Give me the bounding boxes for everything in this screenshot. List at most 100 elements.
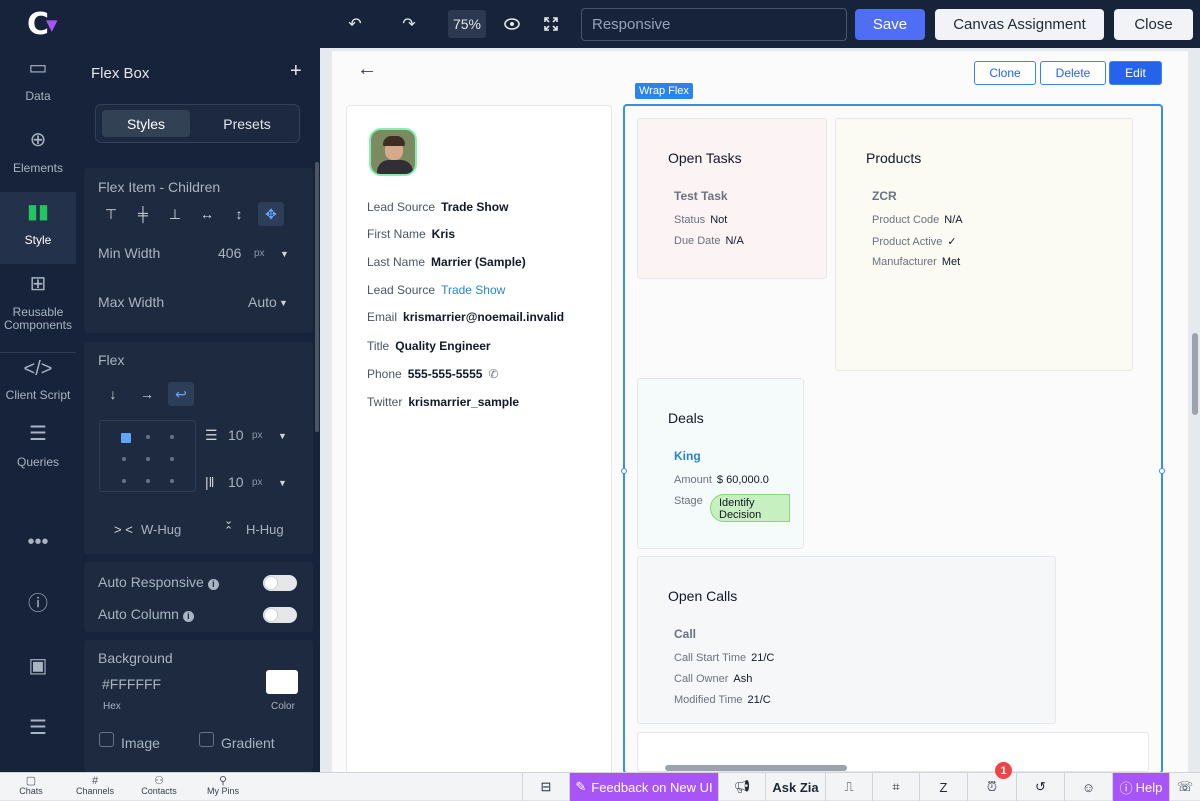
chats-button[interactable]: ▢ Chats bbox=[1, 776, 61, 797]
alignment-dot[interactable] bbox=[146, 457, 150, 461]
more-icon[interactable]: ••• bbox=[0, 532, 76, 564]
accessibility-icon[interactable]: ☺ bbox=[1064, 773, 1112, 801]
alignment-dot[interactable] bbox=[122, 457, 126, 461]
fullscreen-icon[interactable] bbox=[537, 11, 565, 37]
hex-value[interactable]: #FFFFFF bbox=[102, 676, 161, 692]
gradient-checkbox[interactable] bbox=[199, 732, 214, 747]
announcement-icon[interactable]: 📢︎ bbox=[718, 773, 765, 801]
menu-icon[interactable]: ☰ bbox=[0, 718, 76, 750]
horizontal-scrollbar[interactable] bbox=[665, 765, 847, 771]
alignment-selected[interactable] bbox=[121, 433, 131, 443]
tab-presets[interactable]: Presets bbox=[201, 110, 293, 137]
alignment-dot[interactable] bbox=[170, 479, 174, 483]
undo-icon[interactable]: ↶ bbox=[341, 11, 369, 37]
image-checkbox[interactable] bbox=[99, 732, 114, 747]
open-calls-card[interactable]: Open Calls Call Call Start Time 21/C Call… bbox=[637, 556, 1056, 724]
rail-item-client-script[interactable]: </> Client Script bbox=[0, 352, 76, 402]
zia-icon[interactable]: Ζ bbox=[919, 773, 967, 801]
clone-button[interactable]: Clone bbox=[974, 61, 1036, 85]
chevron-down-icon[interactable]: ▼ bbox=[279, 298, 288, 308]
flex-item-section: Flex Item - Children ⊤ ╪ ⊥ ↔ ↕ ✥ Min Wid… bbox=[84, 168, 313, 333]
my-pins-button[interactable]: ⚲ My Pins bbox=[193, 776, 253, 797]
crm-icon[interactable]: ⌗ bbox=[872, 773, 919, 801]
activity-icon[interactable]: ⎍ bbox=[825, 773, 872, 801]
w-hug-option[interactable]: W-Hug bbox=[141, 522, 181, 537]
rail-item-data[interactable]: ▭ Data bbox=[0, 58, 76, 112]
lead-details-card[interactable]: Lead Source Trade Show First Name Kris Las… bbox=[346, 105, 612, 772]
alignment-dot[interactable] bbox=[122, 479, 126, 483]
deal-link[interactable]: King bbox=[674, 449, 701, 463]
field-lead-source: Lead Source Trade Show bbox=[367, 200, 509, 214]
stretch-horizontal-icon[interactable]: ↔ bbox=[194, 202, 220, 226]
zoom-level[interactable]: 75% bbox=[448, 10, 486, 38]
column-gap-value[interactable]: 10 bbox=[228, 474, 244, 490]
panel-scrollbar[interactable] bbox=[315, 162, 319, 432]
rail-item-queries[interactable]: ☰ Queries bbox=[0, 424, 76, 478]
row-gap-value[interactable]: 10 bbox=[228, 427, 244, 443]
deals-card[interactable]: Deals King Amount $ 60,000.0 Stage Identi… bbox=[637, 378, 804, 549]
preview-eye-icon[interactable] bbox=[498, 11, 526, 37]
alignment-dot[interactable] bbox=[170, 435, 174, 439]
align-bottom-icon[interactable]: ⊥ bbox=[162, 202, 188, 226]
chevron-down-icon[interactable]: ▼ bbox=[278, 478, 287, 488]
ask-zia-button[interactable]: Ask Zia bbox=[765, 773, 825, 801]
vertical-scrollbar[interactable] bbox=[1192, 333, 1198, 415]
rail-item-elements[interactable]: ⊕ Elements bbox=[0, 130, 76, 184]
open-tasks-card[interactable]: Open Tasks Test Task Status Not Due Date N… bbox=[637, 118, 827, 279]
min-width-unit: px bbox=[254, 248, 265, 259]
alignment-dot[interactable] bbox=[146, 435, 150, 439]
lead-source-link[interactable]: Trade Show bbox=[441, 283, 505, 297]
wrap-flex-label: Wrap Flex bbox=[635, 83, 693, 99]
canvas-assignment-button[interactable]: Canvas Assignment bbox=[935, 9, 1104, 40]
max-width-value[interactable]: Auto bbox=[248, 294, 277, 310]
notes-icon[interactable]: ⊟ bbox=[522, 773, 569, 801]
delete-button[interactable]: Delete bbox=[1040, 61, 1106, 85]
chevron-down-icon[interactable]: ▼ bbox=[280, 249, 289, 259]
direction-row-icon[interactable]: → bbox=[134, 382, 160, 406]
phone-icon[interactable]: ✆ bbox=[488, 367, 498, 381]
app-logo[interactable]: C ▼ bbox=[0, 0, 76, 48]
edit-button[interactable]: Edit bbox=[1109, 61, 1162, 85]
w-hug-icon: > < bbox=[114, 522, 133, 537]
align-center-icon[interactable]: ╪ bbox=[130, 202, 156, 226]
code-icon: </> bbox=[23, 358, 53, 380]
move-icon[interactable]: ✥ bbox=[258, 202, 284, 226]
canvas-page: ← Clone Delete Edit Lead Source Trade Sho… bbox=[332, 51, 1188, 772]
wrap-icon[interactable]: ↩ bbox=[168, 382, 194, 406]
resize-handle-left[interactable] bbox=[621, 468, 627, 474]
alignment-dot[interactable] bbox=[170, 457, 174, 461]
auto-responsive-toggle[interactable] bbox=[263, 575, 297, 591]
feedback-button[interactable]: ✎ Feedback on New UI bbox=[569, 773, 718, 801]
contacts-button[interactable]: ⚇ Contacts bbox=[129, 776, 189, 797]
redo-icon[interactable]: ↷ bbox=[395, 11, 423, 37]
h-hug-option[interactable]: H-Hug bbox=[246, 522, 284, 537]
alignment-grid[interactable] bbox=[99, 420, 196, 492]
alignment-dot[interactable] bbox=[146, 479, 150, 483]
close-button[interactable]: Close bbox=[1114, 9, 1193, 40]
direction-column-icon[interactable]: ↓ bbox=[100, 382, 126, 406]
add-icon[interactable]: + bbox=[290, 60, 302, 83]
auto-responsive-label: Auto Responsive i bbox=[98, 574, 219, 590]
min-width-value[interactable]: 406 bbox=[218, 245, 241, 261]
help-button[interactable]: ⓘ Help bbox=[1112, 773, 1169, 801]
back-arrow-icon[interactable]: ← bbox=[357, 58, 377, 81]
color-swatch[interactable] bbox=[266, 670, 298, 694]
tab-styles[interactable]: Styles bbox=[102, 110, 190, 137]
wrap-flex-container[interactable]: Open Tasks Test Task Status Not Due Date N… bbox=[621, 104, 1165, 772]
auto-column-toggle[interactable] bbox=[263, 607, 297, 623]
align-top-icon[interactable]: ⊤ bbox=[98, 202, 124, 226]
channels-button[interactable]: # Channels bbox=[65, 776, 125, 797]
video-icon[interactable]: ▣ bbox=[0, 656, 76, 688]
products-card[interactable]: Products ZCR Product Code N/A Product Act… bbox=[835, 118, 1133, 371]
rail-item-reusable-components[interactable]: ⊞ Reusable Components bbox=[0, 274, 76, 338]
rail-item-style[interactable]: ▮▮ Style bbox=[0, 192, 76, 264]
resize-handle-right[interactable] bbox=[1159, 468, 1165, 474]
chevron-down-icon[interactable]: ▼ bbox=[278, 431, 287, 441]
support-icon[interactable]: ☏ bbox=[1169, 773, 1200, 801]
card-title: Products bbox=[866, 150, 922, 166]
save-button[interactable]: Save bbox=[855, 9, 925, 40]
help-circle-icon[interactable]: ⓘ bbox=[0, 594, 76, 626]
history-icon[interactable]: ↺ bbox=[1016, 773, 1064, 801]
stretch-vertical-icon[interactable]: ↕ bbox=[226, 202, 252, 226]
search-input[interactable] bbox=[581, 8, 847, 41]
